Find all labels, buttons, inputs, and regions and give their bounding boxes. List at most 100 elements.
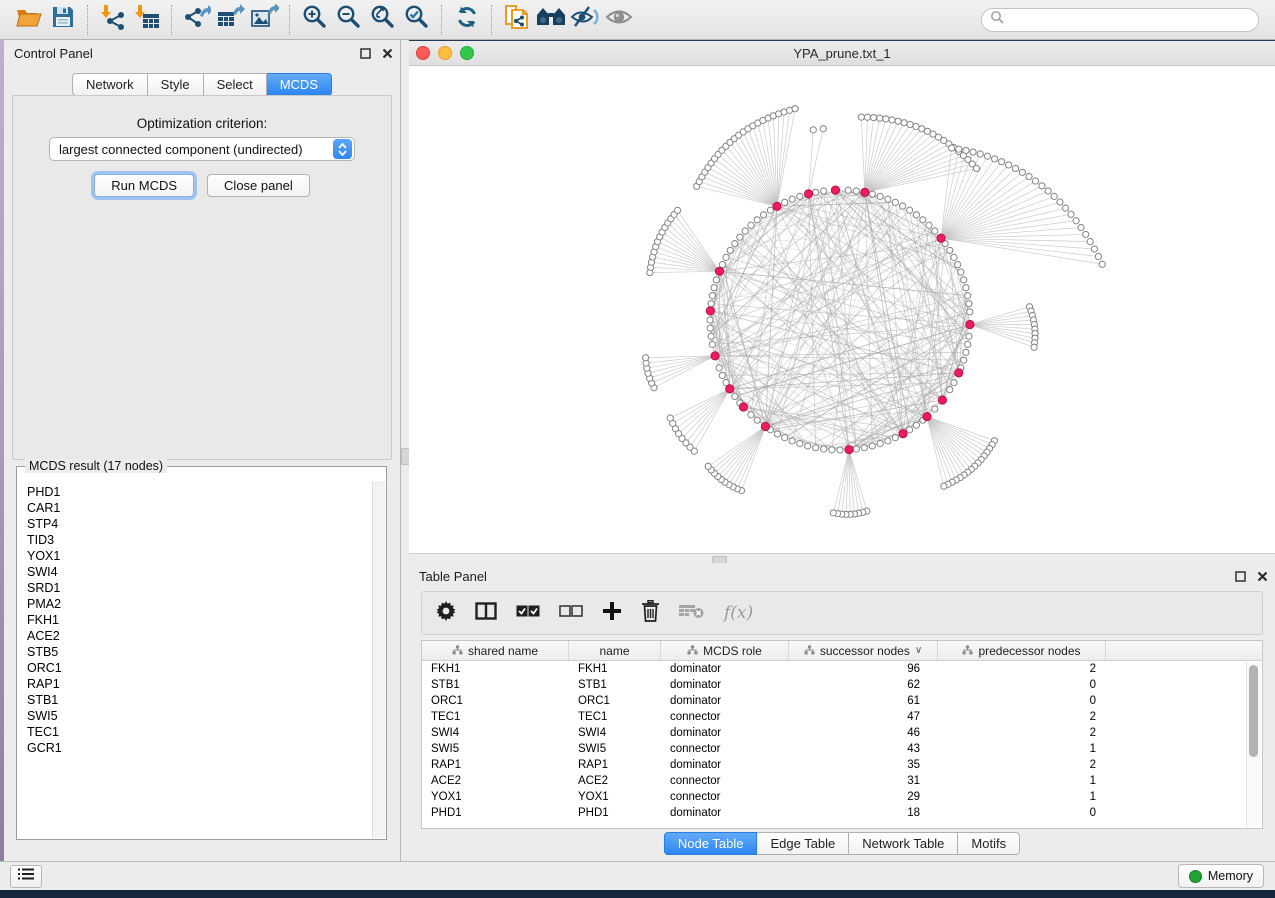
leaf-node[interactable]: [970, 149, 976, 155]
hub-node[interactable]: [955, 369, 963, 377]
tab-select[interactable]: Select: [204, 73, 267, 96]
leaf-node[interactable]: [820, 126, 826, 132]
close-panel-button[interactable]: [378, 45, 396, 61]
ring-node[interactable]: [892, 435, 898, 441]
mcds-result-item[interactable]: GCR1: [27, 740, 373, 756]
leaf-node[interactable]: [1078, 224, 1084, 230]
zoom-fit-button[interactable]: [366, 4, 400, 36]
ring-node[interactable]: [965, 341, 971, 347]
hub-node[interactable]: [773, 202, 781, 210]
column-header-shared-name[interactable]: shared name: [422, 641, 569, 660]
create-column-button[interactable]: [602, 600, 622, 626]
table-row[interactable]: RAP1RAP1dominator352: [422, 757, 1262, 773]
leaf-node[interactable]: [1095, 253, 1101, 259]
leaf-node[interactable]: [643, 355, 649, 361]
hub-node[interactable]: [804, 190, 812, 198]
hub-node[interactable]: [861, 188, 869, 196]
leaf-node[interactable]: [1091, 246, 1097, 252]
export-table-button[interactable]: [214, 4, 248, 36]
ring-node[interactable]: [900, 203, 906, 209]
column-header-successor-nodes[interactable]: successor nodes∨: [789, 641, 938, 660]
scrollbar-thumb[interactable]: [1249, 665, 1258, 757]
table-settings-button[interactable]: [436, 600, 456, 626]
leaf-node[interactable]: [1026, 173, 1032, 179]
ring-node[interactable]: [955, 262, 961, 268]
ring-node[interactable]: [961, 277, 967, 283]
ring-node[interactable]: [965, 293, 971, 299]
hub-node[interactable]: [711, 352, 719, 360]
ring-node[interactable]: [961, 357, 967, 363]
leaf-node[interactable]: [830, 510, 836, 516]
ring-node[interactable]: [727, 247, 733, 253]
ring-node[interactable]: [913, 422, 919, 428]
export-network-button[interactable]: [180, 4, 214, 36]
export-image-button[interactable]: [248, 4, 282, 36]
import-table-button[interactable]: [130, 4, 164, 36]
criterion-select[interactable]: largest connected component (undirected): [49, 137, 355, 161]
leaf-node[interactable]: [877, 115, 883, 121]
ring-node[interactable]: [947, 247, 953, 253]
hub-node[interactable]: [706, 307, 714, 315]
leaf-node[interactable]: [864, 114, 870, 120]
hub-node[interactable]: [938, 396, 946, 404]
close-panel-button-mcds[interactable]: Close panel: [207, 174, 310, 197]
ring-node[interactable]: [711, 285, 717, 291]
hide-graphics-details-button[interactable]: [568, 4, 602, 36]
zoom-selected-button[interactable]: [400, 4, 434, 36]
ring-node[interactable]: [877, 193, 883, 199]
save-session-button[interactable]: [46, 4, 80, 36]
ring-node[interactable]: [963, 285, 969, 291]
hub-node[interactable]: [899, 430, 907, 438]
mcds-result-item[interactable]: ACE2: [27, 628, 373, 644]
hub-node[interactable]: [845, 446, 853, 454]
show-columns-button[interactable]: [475, 600, 497, 626]
close-panel-button[interactable]: [1253, 568, 1271, 584]
ring-node[interactable]: [966, 333, 972, 339]
import-network-button[interactable]: [96, 4, 130, 36]
ring-node[interactable]: [853, 446, 859, 452]
ring-node[interactable]: [967, 309, 973, 315]
tab-network-table[interactable]: Network Table: [849, 832, 958, 855]
float-panel-button[interactable]: [356, 45, 374, 61]
ring-node[interactable]: [767, 207, 773, 213]
ring-node[interactable]: [885, 438, 891, 444]
leaf-node[interactable]: [1039, 183, 1045, 189]
ring-node[interactable]: [892, 199, 898, 205]
ring-node[interactable]: [774, 431, 780, 437]
table-row[interactable]: ACE2ACE2connector311: [422, 773, 1262, 789]
ring-node[interactable]: [853, 188, 859, 194]
mcds-result-item[interactable]: FKH1: [27, 612, 373, 628]
leaf-node[interactable]: [1073, 218, 1079, 224]
hub-node[interactable]: [739, 403, 747, 411]
tab-motifs[interactable]: Motifs: [958, 832, 1020, 855]
table-scrollbar[interactable]: [1246, 662, 1261, 827]
leaf-node[interactable]: [705, 463, 711, 469]
memory-button[interactable]: Memory: [1178, 864, 1264, 888]
leaf-node[interactable]: [973, 165, 979, 171]
hub-node[interactable]: [966, 320, 974, 328]
mcds-result-item[interactable]: ORC1: [27, 660, 373, 676]
leaf-node[interactable]: [1051, 193, 1057, 199]
ring-node[interactable]: [742, 228, 748, 234]
leaf-node[interactable]: [956, 146, 962, 152]
ring-node[interactable]: [932, 228, 938, 234]
search-field[interactable]: [981, 8, 1259, 32]
leaf-node[interactable]: [1057, 199, 1063, 205]
tab-edge-table[interactable]: Edge Table: [757, 832, 849, 855]
mcds-result-item[interactable]: SWI4: [27, 564, 373, 580]
network-canvas[interactable]: [409, 65, 1275, 562]
table-row[interactable]: SWI4SWI4dominator462: [422, 725, 1262, 741]
ring-node[interactable]: [947, 387, 953, 393]
result-list-scrollbar[interactable]: [372, 481, 385, 838]
function-builder-button-disabled[interactable]: f(x): [724, 600, 753, 626]
deselect-all-rows-button[interactable]: [559, 600, 583, 626]
hub-node[interactable]: [715, 267, 723, 275]
ring-node[interactable]: [877, 441, 883, 447]
leaf-node[interactable]: [895, 118, 901, 124]
leaf-node[interactable]: [963, 147, 969, 153]
float-panel-button[interactable]: [1231, 568, 1249, 584]
leaf-node[interactable]: [1045, 188, 1051, 194]
table-row[interactable]: ORC1ORC1dominator610: [422, 693, 1262, 709]
ring-node[interactable]: [789, 196, 795, 202]
ring-node[interactable]: [708, 301, 714, 307]
